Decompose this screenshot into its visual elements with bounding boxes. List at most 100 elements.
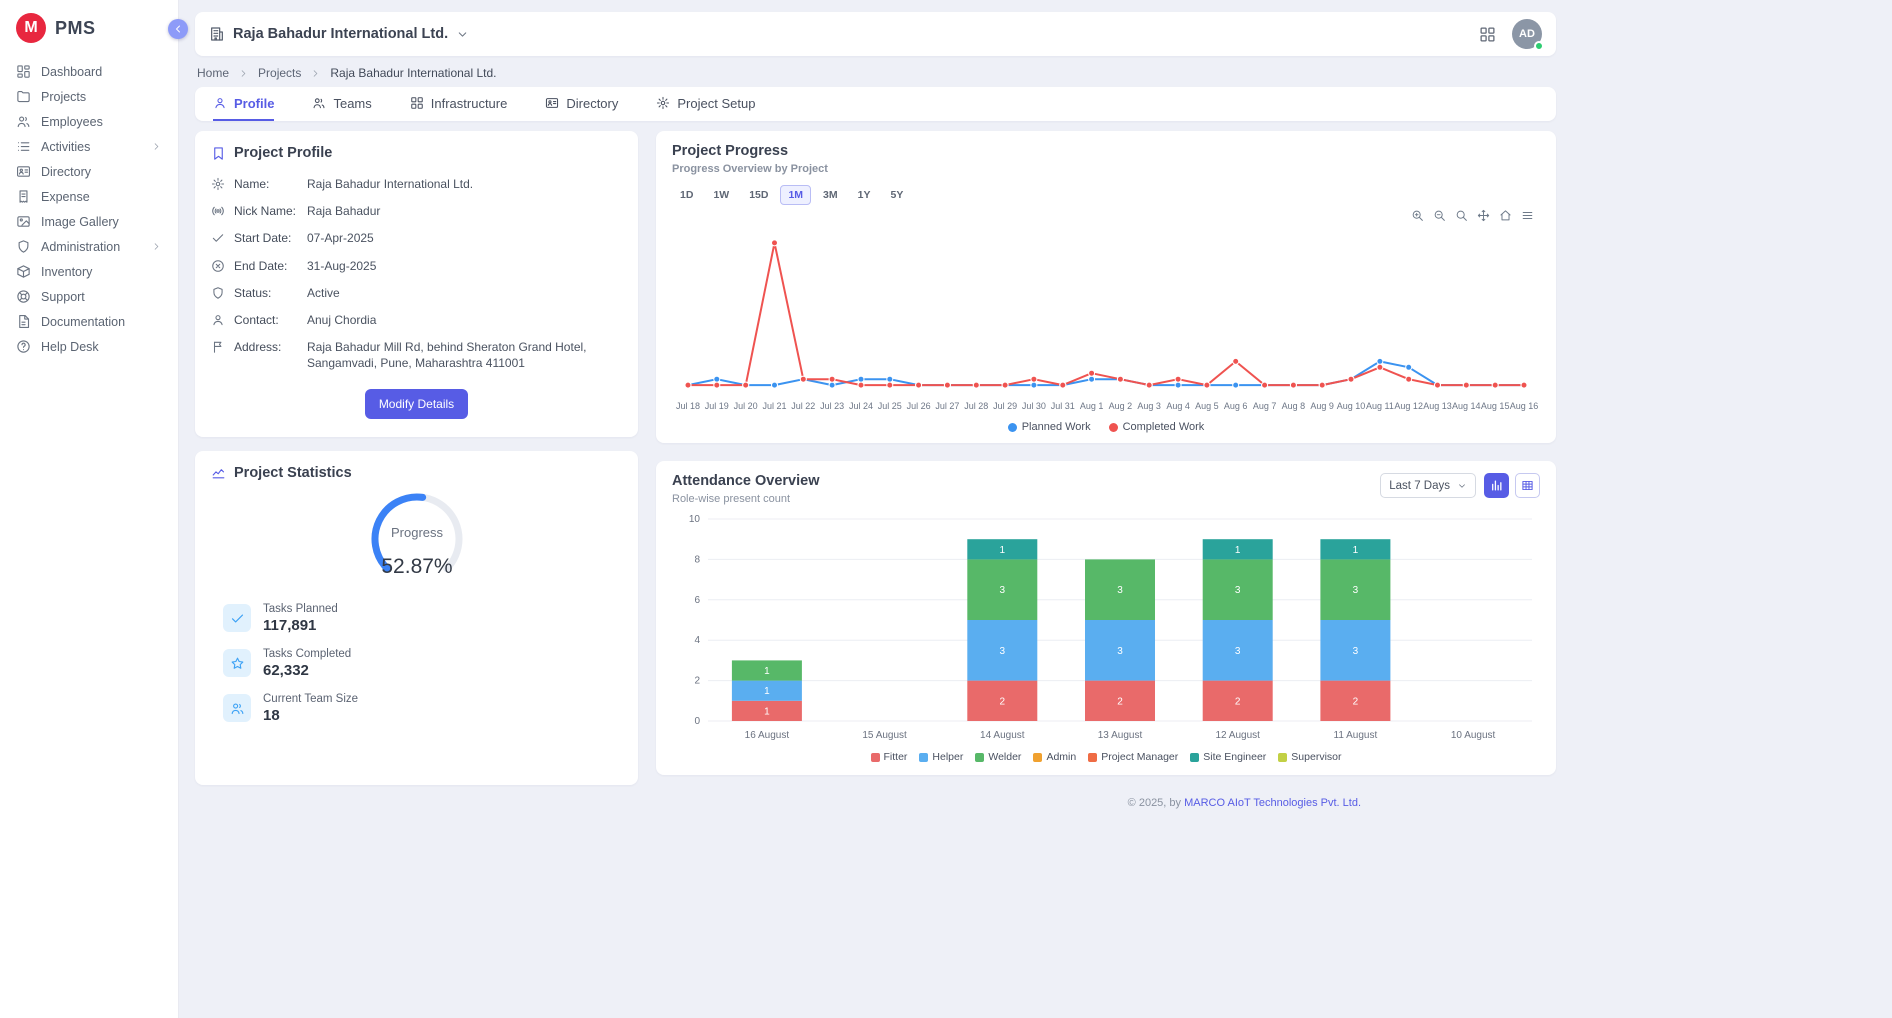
svg-text:Aug 10: Aug 10 <box>1337 401 1366 411</box>
sidebar-item-directory[interactable]: Directory <box>0 159 178 184</box>
svg-text:Jul 20: Jul 20 <box>734 401 758 411</box>
range-button-1y[interactable]: 1Y <box>850 185 879 205</box>
svg-text:10 August: 10 August <box>1451 730 1496 741</box>
svg-text:3: 3 <box>1235 585 1241 596</box>
stat-item-current-team-size: Current Team Size18 <box>223 693 622 724</box>
svg-text:3: 3 <box>1000 646 1006 657</box>
legend-item-fitter[interactable]: Fitter <box>871 751 908 763</box>
footer-company-link[interactable]: MARCO AIoT Technologies Pvt. Ltd. <box>1184 797 1361 809</box>
sidebar-item-projects[interactable]: Projects <box>0 84 178 109</box>
range-button-5y[interactable]: 5Y <box>882 185 911 205</box>
legend-item-welder[interactable]: Welder <box>975 751 1021 763</box>
user-icon <box>211 313 225 327</box>
range-button-15d[interactable]: 15D <box>741 185 776 205</box>
sidebar-item-documentation[interactable]: Documentation <box>0 309 178 334</box>
svg-text:2: 2 <box>1353 696 1359 707</box>
breadcrumb-item-projects[interactable]: Projects <box>258 66 301 80</box>
sidebar-collapse-button[interactable] <box>168 19 188 39</box>
lifebuoy-icon <box>16 289 31 304</box>
tab-label: Project Setup <box>677 96 755 111</box>
tab-directory[interactable]: Directory <box>545 87 618 121</box>
svg-text:Jul 23: Jul 23 <box>820 401 844 411</box>
modify-details-button[interactable]: Modify Details <box>365 389 468 419</box>
range-button-1m[interactable]: 1M <box>780 185 811 205</box>
selection-zoom-icon[interactable] <box>1455 209 1468 222</box>
sidebar-item-image-gallery[interactable]: Image Gallery <box>0 209 178 234</box>
zoom-out-icon[interactable] <box>1433 209 1446 222</box>
svg-text:2: 2 <box>1117 696 1123 707</box>
sidebar-menu: DashboardProjectsEmployeesActivities Dire… <box>0 59 178 359</box>
field-value: Anuj Chordia <box>307 312 612 328</box>
online-status-dot <box>1534 41 1544 51</box>
svg-text:12 August: 12 August <box>1215 730 1260 741</box>
legend-item-site-engineer[interactable]: Site Engineer <box>1190 751 1266 763</box>
svg-text:Jul 28: Jul 28 <box>964 401 988 411</box>
filetext-icon <box>16 314 31 329</box>
breadcrumb: Home Projects Raja Bahadur International L… <box>195 56 1556 87</box>
shield-icon <box>16 239 31 254</box>
breadcrumb-separator-icon <box>238 68 249 79</box>
user-avatar[interactable]: AD <box>1512 19 1542 49</box>
svg-text:16 August: 16 August <box>745 730 790 741</box>
zoom-in-icon[interactable] <box>1411 209 1424 222</box>
bar-chart-legend: Fitter Helper Welder Admin Project Manager Si… <box>672 751 1540 763</box>
legend-item-completed-work[interactable]: Completed Work <box>1109 421 1205 433</box>
users-icon <box>312 96 326 110</box>
tab-profile[interactable]: Profile <box>213 87 274 121</box>
breadcrumb-item-home[interactable]: Home <box>197 66 229 80</box>
project-profile-card: Project Profile Name:Raja Bahadur Intern… <box>195 131 638 437</box>
date-range-select[interactable]: Last 7 Days <box>1380 473 1476 498</box>
menu-icon[interactable] <box>1521 209 1534 222</box>
svg-text:Aug 9: Aug 9 <box>1310 401 1334 411</box>
project-statistics-card: Project Statistics Progress52.87% Tasks … <box>195 451 638 785</box>
svg-text:Jul 27: Jul 27 <box>935 401 959 411</box>
receipt-icon <box>16 189 31 204</box>
user-icon <box>213 96 227 110</box>
legend-item-project-manager[interactable]: Project Manager <box>1088 751 1178 763</box>
svg-text:Jul 21: Jul 21 <box>762 401 786 411</box>
tab-infrastructure[interactable]: Infrastructure <box>410 87 508 121</box>
top-header: Raja Bahadur International Ltd. AD <box>195 12 1556 56</box>
range-button-1d[interactable]: 1D <box>672 185 701 205</box>
apps-grid-icon[interactable] <box>1479 26 1496 43</box>
sidebar-item-inventory[interactable]: Inventory <box>0 259 178 284</box>
sidebar-item-label: Directory <box>41 165 91 179</box>
profile-field-address: Address:Raja Bahadur Mill Rd, behind She… <box>211 339 622 371</box>
tab-teams[interactable]: Teams <box>312 87 371 121</box>
sidebar-item-dashboard[interactable]: Dashboard <box>0 59 178 84</box>
sidebar-item-help-desk[interactable]: Help Desk <box>0 334 178 359</box>
stat-list: Tasks Planned117,891Tasks Completed62,33… <box>211 603 622 724</box>
sidebar-item-administration[interactable]: Administration <box>0 234 178 259</box>
chevron-down-icon <box>1457 481 1467 491</box>
tab-project-setup[interactable]: Project Setup <box>656 87 755 121</box>
barchart-icon <box>1490 479 1503 492</box>
field-label: End Date: <box>234 258 298 274</box>
view-toggle-table[interactable] <box>1515 473 1540 498</box>
sidebar-item-activities[interactable]: Activities <box>0 134 178 159</box>
svg-text:Aug 14: Aug 14 <box>1452 401 1481 411</box>
legend-item-planned-work[interactable]: Planned Work <box>1008 421 1091 433</box>
legend-item-admin[interactable]: Admin <box>1033 751 1076 763</box>
sidebar-item-employees[interactable]: Employees <box>0 109 178 134</box>
legend-item-supervisor[interactable]: Supervisor <box>1278 751 1341 763</box>
range-button-3m[interactable]: 3M <box>815 185 846 205</box>
company-selector[interactable]: Raja Bahadur International Ltd. <box>209 26 469 42</box>
svg-text:3: 3 <box>1117 646 1123 657</box>
idcard-icon <box>16 164 31 179</box>
legend-item-helper[interactable]: Helper <box>919 751 963 763</box>
stat-label: Tasks Completed <box>263 648 351 660</box>
progress-gauge: Progress52.87% <box>211 489 622 589</box>
reset-icon[interactable] <box>1499 209 1512 222</box>
breadcrumb-item-raja-bahadur-international-ltd: Raja Bahadur International Ltd. <box>330 66 496 80</box>
idcard-icon <box>545 96 559 110</box>
view-toggle-chart[interactable] <box>1484 473 1509 498</box>
sidebar-item-expense[interactable]: Expense <box>0 184 178 209</box>
star-icon <box>230 656 245 671</box>
app-logo[interactable]: M PMS <box>0 0 178 59</box>
check-icon-box <box>223 604 251 632</box>
sidebar-item-support[interactable]: Support <box>0 284 178 309</box>
avatar-initials: AD <box>1519 28 1535 40</box>
range-button-1w[interactable]: 1W <box>705 185 737 205</box>
pan-icon[interactable] <box>1477 209 1490 222</box>
field-label: Start Date: <box>234 230 298 246</box>
